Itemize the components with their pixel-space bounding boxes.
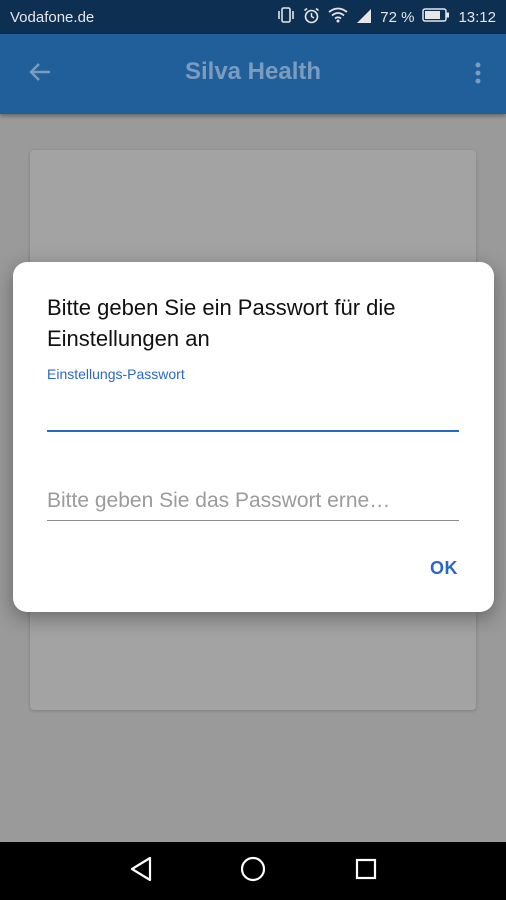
status-icons: 72 % 13:12 (277, 7, 496, 28)
confirm-password-input[interactable] (47, 482, 459, 521)
alarm-icon (303, 7, 320, 28)
battery-icon (422, 8, 450, 26)
app-title: Silva Health (184, 58, 322, 85)
nav-back-button[interactable] (126, 856, 156, 886)
password-field-label: Einstellungs-Passwort (47, 366, 185, 382)
navigation-bar (0, 842, 506, 900)
carrier-name: Vodafone.de (10, 8, 95, 26)
status-bar: Vodafone.de 72 % 13:12 (0, 0, 506, 34)
nav-recents-icon (354, 857, 378, 886)
password-dialog: Bitte geben Sie ein Passwort für die Ein… (13, 262, 494, 612)
wifi-icon (328, 7, 348, 27)
overflow-menu-button[interactable] (466, 58, 490, 92)
nav-home-button[interactable] (238, 856, 268, 886)
clock: 13:12 (458, 8, 496, 26)
app-bar: Silva Health (0, 34, 506, 114)
nav-home-icon (240, 856, 266, 887)
vibrate-icon (277, 7, 295, 27)
signal-icon (356, 8, 372, 27)
battery-percent: 72 % (380, 8, 415, 26)
more-vert-icon (475, 61, 481, 90)
nav-back-icon (129, 856, 153, 887)
dialog-title: Bitte geben Sie ein Passwort für die Ein… (47, 295, 396, 351)
nav-recents-button[interactable] (351, 856, 381, 886)
ok-button[interactable]: OK (430, 558, 458, 579)
password-input[interactable] (47, 390, 459, 432)
